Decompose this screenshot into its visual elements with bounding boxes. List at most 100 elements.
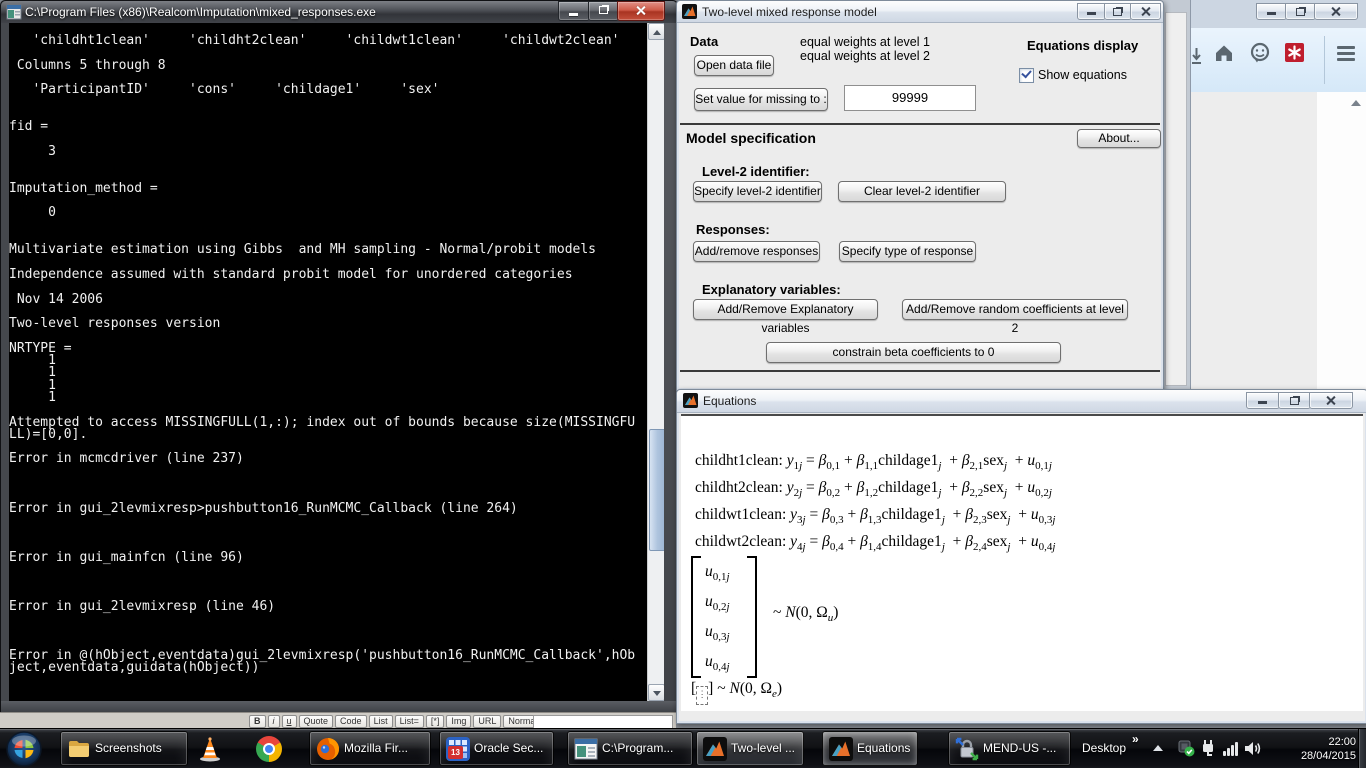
taskbar-chrome[interactable] — [256, 736, 282, 762]
level2-heading: Level-2 identifier: — [702, 164, 810, 179]
model-titlebar[interactable]: Two-level mixed response model — [677, 1, 1163, 23]
taskbar-vlc[interactable] — [196, 735, 224, 763]
firefox-toolbar — [1191, 28, 1366, 93]
tray-power-icon[interactable] — [1200, 739, 1217, 758]
taskbar: Screenshots Mozilla Fir... 13 Oracle Sec… — [0, 728, 1366, 768]
desktop-toolbar-label[interactable]: Desktop — [1082, 741, 1126, 755]
section-divider — [680, 123, 1160, 125]
firefox-page-area — [1191, 92, 1366, 390]
console-restore-button[interactable] — [588, 1, 619, 21]
hidden-icons-arrow[interactable] — [1153, 745, 1163, 751]
matrix-bracket-right — [747, 556, 757, 678]
console-scrollbar[interactable] — [647, 23, 665, 701]
weights-line2: equal weights at level 2 — [775, 49, 955, 63]
clear-level2-button[interactable]: Clear level-2 identifier — [838, 181, 1006, 202]
console-text: 'childht1clean' 'childht2clean' 'childwt… — [9, 23, 647, 675]
taskbar-matlab-equations[interactable]: Equations — [822, 731, 918, 766]
taskbar-mendus[interactable]: MEND-US -... — [948, 731, 1071, 766]
editor-italic-button[interactable]: i — [268, 715, 280, 728]
open-data-file-button[interactable]: Open data file — [694, 55, 774, 76]
firefox-minimize-button[interactable] — [1256, 3, 1287, 20]
scroll-down-button[interactable] — [648, 684, 665, 701]
page-scroll-up-icon[interactable] — [1351, 100, 1361, 106]
console-minimize-button[interactable] — [558, 1, 590, 21]
menu-hamburger-icon[interactable] — [1337, 46, 1355, 67]
equations-minimize-button[interactable] — [1246, 392, 1280, 409]
scroll-up-button[interactable] — [648, 23, 665, 40]
matrix-bracket-left — [691, 556, 701, 678]
equations-titlebar[interactable]: Equations — [677, 390, 1366, 413]
console-titlebar[interactable]: C:\Program Files (x86)\Realcom\Imputatio… — [1, 1, 677, 23]
e-distribution-line: [⋮] ~ N(0, Ωe) — [691, 680, 782, 705]
tray-clock[interactable]: 22:00 28/04/2015 — [1268, 735, 1356, 763]
show-desktop-button[interactable] — [1358, 729, 1366, 768]
lastpass-icon[interactable] — [1285, 43, 1304, 62]
console-window: C:\Program Files (x86)\Realcom\Imputatio… — [0, 0, 678, 714]
editor-list-button[interactable]: List — [369, 715, 393, 728]
firefox-restore-button[interactable] — [1285, 3, 1316, 20]
equation-line: childwt1clean: y3j = β0,3 + β1,3childage… — [695, 506, 1055, 526]
taskbar-label: Equations — [857, 741, 910, 755]
taskbar-matlab-model[interactable]: Two-level ... — [696, 731, 804, 766]
editor-item-button[interactable]: [*] — [426, 715, 445, 728]
set-missing-button[interactable]: Set value for missing to : — [694, 88, 828, 111]
model-content: Data equal weights at level 1 equal weig… — [680, 22, 1160, 385]
editor-underline-button[interactable]: u — [282, 715, 297, 728]
taskbar-firefox[interactable]: Mozilla Fir... — [309, 731, 431, 766]
model-close-button[interactable] — [1130, 3, 1161, 20]
editor-img-button[interactable]: Img — [446, 715, 471, 728]
add-remove-responses-button[interactable]: Add/remove responses — [693, 241, 820, 262]
toolbar-overflow-chevron[interactable]: » — [1132, 732, 1139, 746]
firefox-icon — [316, 737, 340, 761]
editor-bold-button[interactable]: B — [249, 715, 266, 728]
editor-code-button[interactable]: Code — [335, 715, 367, 728]
tray-sync-icon[interactable] — [1178, 740, 1195, 757]
editor-list2-button[interactable]: List= — [395, 715, 424, 728]
u-term: u0,4j — [705, 653, 730, 673]
u-term: u0,3j — [705, 623, 730, 643]
missing-value-field[interactable]: 99999 — [844, 85, 976, 111]
collapsed-matrix-icon: ⋮ — [696, 686, 708, 705]
u-distribution: ~ N(0, Ωu) — [773, 604, 838, 624]
taskbar-label: Mozilla Fir... — [344, 741, 408, 755]
home-icon[interactable] — [1213, 42, 1235, 69]
background-window-panel — [1165, 12, 1187, 386]
add-random-coeff-button[interactable]: Add/Remove random coefficients at level … — [902, 299, 1128, 320]
matlab-icon — [683, 393, 698, 413]
equation-line: childht2clean: y2j = β0,2 + β1,2childage… — [695, 479, 1052, 499]
download-arrow-icon[interactable] — [1192, 46, 1201, 68]
equations-canvas: childht1clean: y1j = β0,1 + β1,1childage… — [681, 414, 1363, 711]
toolbar-separator — [1324, 36, 1325, 84]
equations-window: Equations childht1clean: y1j = β0,1 + β1… — [676, 389, 1366, 724]
editor-field[interactable] — [533, 715, 673, 729]
show-equations-label: Show equations — [1038, 68, 1127, 82]
specify-type-button[interactable]: Specify type of response — [839, 241, 976, 262]
console-close-button[interactable] — [617, 1, 665, 21]
equations-display-heading: Equations display — [1027, 38, 1138, 53]
window-frame-bottom — [1, 701, 676, 712]
specify-level2-button[interactable]: Specify level-2 identifier — [693, 181, 822, 202]
equations-close-button[interactable] — [1309, 392, 1353, 409]
console-output[interactable]: 'childht1clean' 'childht2clean' 'childwt… — [9, 23, 647, 701]
model-restore-button[interactable] — [1104, 3, 1132, 20]
tray-volume-icon[interactable] — [1244, 740, 1262, 757]
show-equations-checkbox[interactable] — [1019, 68, 1034, 83]
forum-editor-toolbar: BiuQuoteCodeListList=[*]ImgURLNormalFont… — [0, 712, 676, 729]
page-column — [1317, 92, 1366, 390]
feedback-smiley-icon[interactable] — [1249, 42, 1271, 69]
editor-quote-button[interactable]: Quote — [299, 715, 334, 728]
equations-restore-button[interactable] — [1278, 392, 1311, 409]
taskbar-screenshots[interactable]: Screenshots — [60, 731, 188, 766]
e-distribution: ~ N(0, Ωe) — [717, 680, 782, 697]
taskbar-console[interactable]: C:\Program... — [567, 731, 693, 766]
editor-url-button[interactable]: URL — [473, 715, 501, 728]
taskbar-oracle[interactable]: 13 Oracle Sec... — [439, 731, 554, 766]
model-minimize-button[interactable] — [1077, 3, 1106, 20]
constrain-beta-button[interactable]: constrain beta coefficients to 0 — [766, 342, 1061, 363]
firefox-close-button[interactable] — [1314, 3, 1358, 20]
about-button[interactable]: About... — [1077, 129, 1161, 148]
tray-network-icon[interactable] — [1223, 741, 1239, 756]
start-button[interactable] — [5, 730, 43, 768]
add-explanatory-button[interactable]: Add/Remove Explanatory variables — [693, 299, 878, 320]
taskbar-label: Screenshots — [95, 741, 162, 755]
